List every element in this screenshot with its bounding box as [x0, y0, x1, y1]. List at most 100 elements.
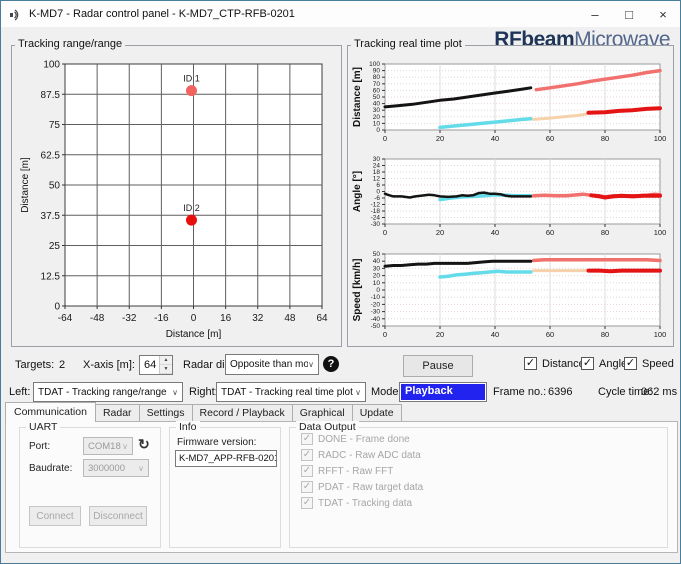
svg-text:0: 0	[54, 302, 60, 313]
right-plot-label: Right:	[189, 386, 218, 398]
maximize-button[interactable]: □	[612, 1, 646, 27]
close-button[interactable]: ×	[646, 1, 680, 27]
done-checkbox-label: DONE - Frame done	[318, 433, 410, 445]
radar-direction-select[interactable]: Opposite than monito ∨	[225, 354, 319, 375]
minimize-button[interactable]: –	[578, 1, 612, 27]
speed-checkbox-label: Speed	[642, 357, 674, 370]
tab-strip: Communication Radar Settings Record / Pl…	[5, 402, 402, 422]
svg-text:-20: -20	[371, 301, 381, 308]
done-checkbox-box: ✓	[301, 433, 313, 445]
svg-text:-50: -50	[371, 323, 381, 330]
angle-checkbox-box[interactable]: ✓	[581, 357, 594, 370]
realtime-plot-panel: 0 10 20 30 40 50 60 70 80 90 100 0 20 40 60 80 100 Distan…	[347, 45, 674, 347]
svg-text:80: 80	[601, 330, 609, 339]
speed-checkbox[interactable]: ✓ Speed	[624, 357, 674, 370]
svg-text:100: 100	[654, 228, 667, 237]
svg-text:0: 0	[383, 134, 387, 143]
svg-text:100: 100	[654, 330, 667, 339]
svg-text:40: 40	[373, 101, 381, 108]
svg-text:20: 20	[436, 330, 444, 339]
distance-checkbox-box[interactable]: ✓	[524, 357, 537, 370]
speed-checkbox-box[interactable]: ✓	[624, 357, 637, 370]
right-plot-select[interactable]: TDAT - Tracking real time plot ∨	[216, 382, 366, 402]
targets-label: Targets:	[15, 359, 55, 371]
svg-text:18: 18	[373, 169, 381, 176]
xaxis-value[interactable]: 64	[140, 356, 159, 374]
tab-communication[interactable]: Communication	[5, 402, 96, 422]
app-window: K-MD7 - Radar control panel - K-MD7_CTP-…	[0, 0, 681, 564]
xaxis-spinner[interactable]: 64 ▲ ▼	[139, 355, 173, 375]
svg-text:Angle [°]: Angle [°]	[352, 171, 363, 212]
tracking-range-panel: 0 12.5 25 37.5 50 62.5 75 87.5 100 -64 -48 -32 -16 0 1…	[11, 45, 342, 347]
firmware-version-field[interactable]: K-MD7_APP-RFB-0201	[175, 450, 277, 467]
svg-text:50: 50	[373, 94, 381, 101]
svg-text:48: 48	[284, 313, 296, 324]
mode-field[interactable]: Playback	[399, 382, 487, 402]
svg-text:Distance [m]: Distance [m]	[166, 329, 222, 340]
svg-text:0: 0	[191, 313, 197, 324]
tdat-checkbox-label: TDAT - Tracking data	[318, 497, 413, 509]
svg-text:30: 30	[373, 265, 381, 272]
svg-text:-6: -6	[374, 195, 380, 202]
firmware-version-value: K-MD7_APP-RFB-0201	[179, 453, 277, 464]
distance-checkbox[interactable]: ✓ Distance	[524, 357, 585, 370]
spin-down-icon[interactable]: ▼	[160, 365, 172, 374]
svg-text:0: 0	[376, 127, 380, 134]
speed-plot: -50-40-30-20-10010203040500 20 40 60 80 100Sp…	[352, 251, 667, 339]
baudrate-label: Baudrate:	[29, 463, 73, 474]
chevron-down-icon: ∨	[138, 463, 144, 473]
svg-text:40: 40	[491, 134, 499, 143]
angle-checkbox[interactable]: ✓ Angle	[581, 357, 627, 370]
svg-text:20: 20	[373, 114, 381, 121]
tdat-checkbox: ✓ TDAT - Tracking data	[301, 497, 412, 509]
cycle-time-value: 062 ms	[641, 386, 678, 398]
tab-graphical[interactable]: Graphical	[291, 404, 353, 422]
refresh-ports-icon[interactable]: ↻	[138, 436, 150, 453]
svg-text:-32: -32	[122, 313, 137, 324]
svg-text:-48: -48	[90, 313, 105, 324]
pdat-checkbox-box: ✓	[301, 481, 313, 493]
svg-text:0: 0	[383, 330, 387, 339]
svg-text:50: 50	[373, 251, 381, 258]
svg-text:60: 60	[546, 228, 554, 237]
svg-text:30: 30	[373, 107, 381, 114]
svg-text:60: 60	[546, 330, 554, 339]
svg-text:-64: -64	[58, 313, 73, 324]
pdat-checkbox: ✓ PDAT - Raw target data	[301, 481, 423, 493]
spin-up-icon[interactable]: ▲	[160, 356, 172, 365]
svg-text:Distance [m]: Distance [m]	[20, 157, 31, 213]
svg-text:40: 40	[373, 258, 381, 265]
done-checkbox: ✓ DONE - Frame done	[301, 433, 410, 445]
svg-text:100: 100	[369, 61, 380, 68]
tab-record-playback[interactable]: Record / Playback	[191, 404, 293, 422]
disconnect-button: Disconnect	[89, 506, 147, 526]
svg-text:-18: -18	[371, 208, 381, 215]
radc-checkbox-box: ✓	[301, 449, 313, 461]
tab-radar[interactable]: Radar	[94, 404, 140, 422]
svg-text:-40: -40	[371, 316, 381, 323]
tab-update[interactable]: Update	[351, 404, 402, 422]
tab-settings[interactable]: Settings	[138, 404, 193, 422]
left-plot-select[interactable]: TDAT - Tracking range/range ∨	[33, 382, 183, 402]
svg-text:-24: -24	[371, 215, 381, 222]
radc-checkbox-label: RADC - Raw ADC data	[318, 449, 421, 461]
svg-text:100: 100	[654, 134, 667, 143]
svg-text:6: 6	[376, 182, 380, 189]
svg-text:90: 90	[373, 68, 381, 75]
frame-no-value: 6396	[548, 386, 573, 398]
svg-text:70: 70	[373, 81, 381, 88]
left-plot-value: TDAT - Tracking range/range	[38, 386, 167, 398]
svg-text:ID 1: ID 1	[183, 74, 200, 84]
app-radar-icon	[9, 7, 23, 21]
help-button[interactable]: ?	[323, 356, 339, 372]
svg-text:87.5: 87.5	[41, 90, 61, 101]
pause-button[interactable]: Pause	[403, 355, 473, 377]
svg-text:80: 80	[373, 74, 381, 81]
tracking-range-title: Tracking range/range	[15, 38, 126, 50]
chevron-down-icon: ∨	[355, 387, 361, 397]
svg-text:30: 30	[373, 156, 381, 163]
data-output-group-title: Data Output	[296, 421, 359, 433]
targets-value: 2	[59, 359, 66, 371]
svg-text:100: 100	[43, 60, 60, 71]
right-plot-value: TDAT - Tracking real time plot	[221, 386, 353, 398]
